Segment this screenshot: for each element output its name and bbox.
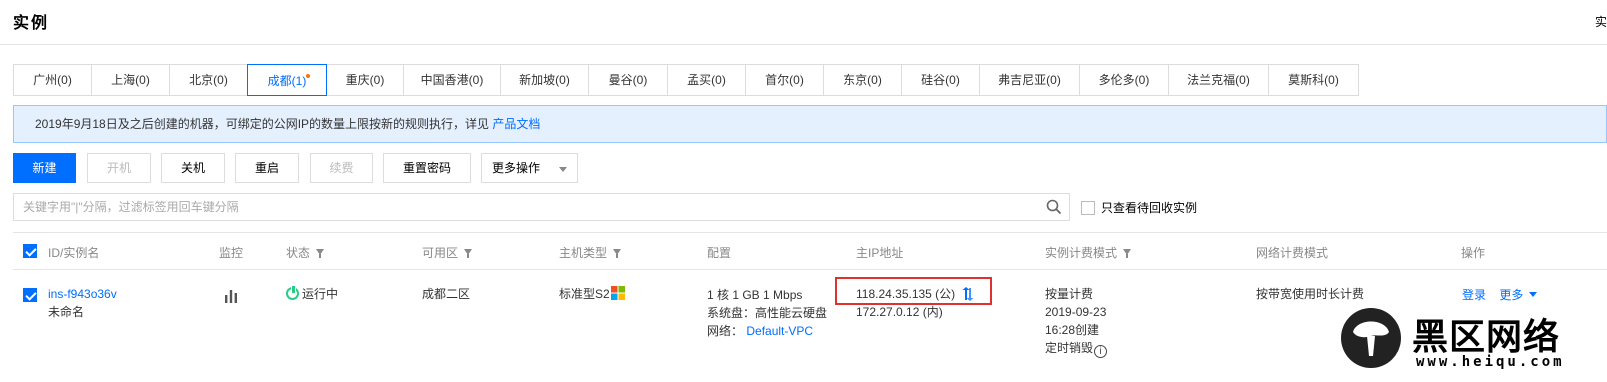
watermark-title: 黑区网络: [1412, 317, 1561, 358]
power-icon: [286, 285, 299, 300]
info-icon[interactable]: i: [1094, 345, 1108, 358]
instance-name: 未命名: [48, 305, 85, 319]
region-tab-mumbai[interactable]: 孟买(0): [668, 65, 746, 95]
watermark-logo-icon: [1341, 308, 1401, 368]
renew-button[interactable]: 续费: [310, 153, 373, 183]
recycle-label: 只查看待回收实例: [1101, 201, 1198, 215]
col-ip: 主IP地址: [856, 246, 904, 260]
col-monitor: 监控: [219, 246, 244, 260]
chevron-down-icon: [559, 167, 567, 172]
search-box: [13, 193, 1070, 221]
instance-id-link[interactable]: ins-f943o36v: [48, 285, 117, 303]
scheduled-destroy: 定时销毁 i: [1045, 339, 1108, 358]
col-ops: 操作: [1461, 246, 1486, 260]
region-tab-bangkok[interactable]: 曼谷(0): [589, 65, 668, 95]
col-type-label: 主机类型: [559, 246, 608, 260]
region-tab-toronto[interactable]: 多伦多(0): [1080, 65, 1169, 95]
filter-icon[interactable]: [1123, 248, 1132, 258]
vpc-link[interactable]: Default-VPC: [746, 324, 813, 338]
zone-cell: 成都二区: [422, 287, 471, 301]
col-zone[interactable]: 可用区: [422, 244, 473, 261]
windows-icon: [610, 286, 625, 300]
region-tab-tokyo[interactable]: 东京(0): [824, 65, 902, 95]
new-dot-icon: [306, 74, 310, 78]
reset-password-button[interactable]: 重置密码: [383, 153, 471, 183]
status-text: 运行中: [302, 287, 339, 301]
col-status-label: 状态: [286, 246, 311, 260]
region-tab-virginia[interactable]: 弗吉尼亚(0): [980, 65, 1080, 95]
col-config: 配置: [707, 246, 732, 260]
filter-icon[interactable]: [316, 248, 325, 258]
shutdown-button[interactable]: 关机: [161, 153, 225, 183]
new-button[interactable]: 新建: [13, 153, 76, 183]
filter-icon[interactable]: [613, 248, 622, 258]
page-title: 实例: [13, 15, 50, 32]
public-ip: 118.24.35.135 (公): [856, 285, 975, 303]
col-billing[interactable]: 实例计费模式: [1045, 244, 1132, 261]
region-tab-label: 成都(1): [267, 74, 307, 88]
search-input[interactable]: [14, 194, 1034, 220]
region-tabs: 广州(0) 上海(0) 北京(0) 成都(1) 重庆(0) 中国香港(0) 新加…: [13, 64, 1359, 96]
col-id: ID/实例名: [48, 246, 100, 260]
col-type[interactable]: 主机类型: [559, 244, 622, 261]
created-date: 2019-09-23: [1045, 305, 1107, 319]
region-tab-chongqing[interactable]: 重庆(0): [327, 65, 404, 95]
page-header: 实例 实: [0, 0, 1607, 45]
chevron-down-icon: [1529, 292, 1538, 297]
select-all-checkbox[interactable]: [23, 244, 37, 258]
notice-banner: 2019年9月18日及之后创建的机器，可绑定的公网IP的数量上限按新的规则执行，…: [13, 105, 1607, 143]
region-tab-shanghai[interactable]: 上海(0): [92, 65, 170, 95]
type-text: 标准型S2: [559, 287, 610, 301]
header-right-text[interactable]: 实: [1595, 13, 1607, 30]
billing-mode: 按量计费: [1045, 287, 1094, 301]
more-ops-link[interactable]: 更多: [1499, 288, 1538, 302]
notice-doc-link[interactable]: 产品文档: [492, 117, 540, 131]
billing-cell: 按量计费 2019-09-23 16:28创建 定时销毁 i: [1045, 285, 1108, 358]
more-actions-dropdown[interactable]: 更多操作: [481, 153, 578, 183]
region-tab-frankfurt[interactable]: 法兰克福(0): [1169, 65, 1269, 95]
table-header: ID/实例名 监控 状态 可用区 主机类型 配置 主IP地址 实例计费模式 网络…: [13, 232, 1607, 270]
config-spec: 1 核 1 GB 1 Mbps: [707, 288, 803, 302]
recycle-filter[interactable]: 只查看待回收实例: [1081, 199, 1197, 216]
region-tab-moscow[interactable]: 莫斯科(0): [1269, 65, 1358, 95]
col-zone-label: 可用区: [422, 246, 459, 260]
row-checkbox[interactable]: [23, 288, 37, 302]
net-billing-cell: 按带宽使用时长计费: [1256, 287, 1365, 301]
start-button[interactable]: 开机: [87, 153, 151, 183]
col-status[interactable]: 状态: [286, 244, 325, 261]
region-tab-seoul[interactable]: 首尔(0): [746, 65, 824, 95]
more-actions-label: 更多操作: [492, 161, 541, 175]
recycle-checkbox[interactable]: [1081, 200, 1095, 215]
region-tab-guangzhou[interactable]: 广州(0): [14, 65, 92, 95]
region-tab-siliconvalley[interactable]: 硅谷(0): [902, 65, 980, 95]
watermark: 黑区网络 www.heiqu.com: [1336, 302, 1607, 382]
ip-cell: 118.24.35.135 (公) 172.27.0.12 (内): [856, 285, 975, 321]
filter-icon[interactable]: [464, 248, 473, 258]
config-network: 网络： Default-VPC: [707, 322, 827, 340]
scheduled-destroy-text: 定时销毁: [1045, 341, 1094, 355]
watermark-url: www.heiqu.com: [1416, 354, 1565, 370]
restart-button[interactable]: 重启: [235, 153, 299, 183]
type-cell: 标准型S2: [559, 285, 625, 303]
region-tab-hongkong[interactable]: 中国香港(0): [404, 65, 501, 95]
col-billing-label: 实例计费模式: [1045, 246, 1118, 260]
swap-ip-icon[interactable]: [961, 287, 975, 301]
config-disk: 系统盘：高性能云硬盘: [707, 306, 828, 320]
search-icon[interactable]: [1046, 199, 1062, 215]
more-ops-label: 更多: [1499, 288, 1524, 302]
private-ip: 172.27.0.12 (内): [856, 305, 943, 319]
status-cell: 运行中: [286, 285, 338, 303]
monitor-chart-icon[interactable]: [224, 289, 238, 303]
col-net-billing: 网络计费模式: [1256, 246, 1329, 260]
region-tab-beijing[interactable]: 北京(0): [170, 65, 248, 95]
config-cell: 1 核 1 GB 1 Mbps 系统盘：高性能云硬盘 网络： Default-V…: [707, 286, 827, 340]
region-tab-chengdu[interactable]: 成都(1): [247, 64, 327, 96]
config-network-label: 网络：: [707, 324, 744, 338]
public-ip-text: 118.24.35.135 (公): [856, 287, 956, 301]
login-link[interactable]: 登录: [1462, 288, 1486, 302]
region-tab-singapore[interactable]: 新加坡(0): [501, 65, 589, 95]
notice-text: 2019年9月18日及之后创建的机器，可绑定的公网IP的数量上限按新的规则执行，…: [35, 117, 493, 131]
created-time: 16:28创建: [1045, 323, 1100, 337]
